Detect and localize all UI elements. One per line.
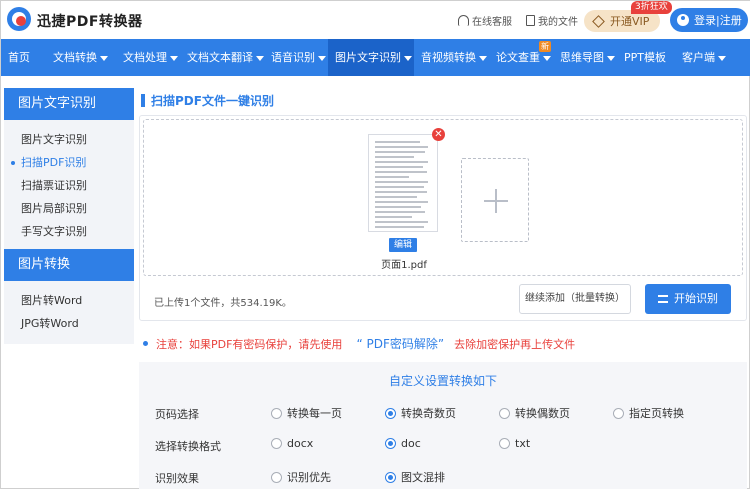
login-label: 登录|注册 <box>694 14 742 27</box>
chevron-down-icon <box>607 55 615 61</box>
radio-checked-icon <box>385 471 396 483</box>
login-register-button[interactable]: 登录|注册 <box>670 8 748 32</box>
password-notice: 注意：如果PDF有密码保护，请先使用 “ PDF密码解除” 去除加密保护再上传文… <box>143 335 575 352</box>
nav-item-av-convert[interactable]: 音视频转换 <box>414 39 489 76</box>
top-header: 迅捷PDF转换器 在线客服 我的文件 开通VIP 3折狂欢 登录|注册 <box>1 1 750 39</box>
radio-icon <box>271 438 282 449</box>
vip-label: 开通VIP <box>610 15 650 28</box>
swap-icon <box>658 295 668 303</box>
notice-dot <box>143 341 148 346</box>
chevron-down-icon <box>170 55 178 61</box>
nav-item-doc-convert[interactable]: 文档转换 <box>46 39 116 76</box>
format-select-label: 选择转换格式 <box>155 440 221 453</box>
nav-item-plagiarism[interactable]: 论文查重新 <box>489 39 553 76</box>
headset-icon <box>458 15 469 26</box>
radio-page-odd[interactable]: 转换奇数页 <box>385 405 456 421</box>
radio-page-every[interactable]: 转换每一页 <box>271 405 342 421</box>
chevron-down-icon <box>100 55 108 61</box>
main-nav: 首页 文档转换 文档处理 文档文本翻译 语音识别 图片文字识别 音视频转换 论文… <box>1 39 750 76</box>
nav-item-ocr[interactable]: 图片文字识别 <box>328 39 414 76</box>
nav-item-ppt[interactable]: PPT模板 <box>617 39 675 76</box>
radio-format-doc[interactable]: doc <box>385 437 421 450</box>
upload-dropzone[interactable]: ✕ 编辑 页面1.pdf <box>143 119 743 276</box>
sidebar-section-image-convert: 图片转换 <box>4 249 134 281</box>
radio-effect-mixed[interactable]: 图文混排 <box>385 469 445 485</box>
radio-effect-recognition[interactable]: 识别优先 <box>271 469 331 485</box>
nav-item-home[interactable]: 首页 <box>1 39 46 76</box>
remove-file-icon[interactable]: ✕ <box>432 128 445 141</box>
sidebar-section-ocr: 图片文字识别 <box>4 88 134 120</box>
effect-select-label: 识别效果 <box>155 472 199 485</box>
radio-format-docx[interactable]: docx <box>271 437 313 450</box>
sidebar-item-jpg-to-word[interactable]: JPG转Word <box>4 312 134 335</box>
file-icon <box>526 15 535 26</box>
new-badge: 新 <box>539 41 551 52</box>
my-files-link[interactable]: 我的文件 <box>526 13 578 28</box>
sidebar-item-image-ocr[interactable]: 图片文字识别 <box>4 128 134 151</box>
nav-item-speech[interactable]: 语音识别 <box>264 39 328 76</box>
radio-icon <box>271 407 282 419</box>
online-service-label: 在线客服 <box>472 17 512 28</box>
add-file-plus-icon[interactable] <box>461 158 529 242</box>
notice-prefix: 注意：如果PDF有密码保护，请先使用 <box>156 337 343 351</box>
format-select-row: 选择转换格式 docx doc txt <box>139 435 747 455</box>
notice-suffix: 去除加密保护再上传文件 <box>454 337 576 351</box>
chevron-down-icon <box>718 55 726 61</box>
page-select-row: 页码选择 转换每一页 转换奇数页 转换偶数页 指定页转换 <box>139 403 747 423</box>
conversion-settings: 自定义设置转换如下 页码选择 转换每一页 转换奇数页 转换偶数页 指定页转换 选… <box>139 362 747 489</box>
radio-icon <box>499 407 510 419</box>
edit-file-button[interactable]: 编辑 <box>389 238 417 252</box>
diamond-icon <box>592 14 605 28</box>
my-files-label: 我的文件 <box>538 17 578 28</box>
chevron-down-icon <box>543 55 551 61</box>
effect-select-row: 识别效果 识别优先 图文混排 <box>139 467 747 487</box>
pdf-unlock-link[interactable]: “ PDF密码解除” <box>356 335 444 352</box>
user-icon <box>677 14 689 26</box>
continue-add-button[interactable]: 继续添加（批量转换） <box>519 284 631 314</box>
settings-title: 自定义设置转换如下 <box>388 374 497 388</box>
start-recognition-button[interactable]: 开始识别 <box>645 284 731 314</box>
online-service-link[interactable]: 在线客服 <box>458 13 512 28</box>
sidebar-item-partial-ocr[interactable]: 图片局部识别 <box>4 197 134 220</box>
chevron-down-icon <box>404 55 412 61</box>
nav-item-doc-process[interactable]: 文档处理 <box>116 39 180 76</box>
page-select-label: 页码选择 <box>155 408 199 421</box>
file-thumbnail[interactable] <box>368 134 438 232</box>
vip-discount-badge: 3折狂欢 <box>631 1 672 14</box>
logo-text[interactable]: 迅捷PDF转换器 <box>37 11 142 31</box>
chevron-down-icon <box>318 55 326 61</box>
radio-checked-icon <box>385 407 396 419</box>
radio-icon <box>613 407 624 419</box>
chevron-down-icon <box>479 55 487 61</box>
upload-card: ✕ 编辑 页面1.pdf 已上传1个文件，共534.19K。 继续添加（批量转换… <box>139 115 747 321</box>
sidebar-item-scan-ticket[interactable]: 扫描票证识别 <box>4 174 134 197</box>
radio-page-specific[interactable]: 指定页转换 <box>613 405 684 421</box>
nav-item-mindmap[interactable]: 思维导图 <box>553 39 617 76</box>
page-title-text: 扫描PDF文件一键识别 <box>151 94 274 108</box>
sidebar-item-scan-pdf[interactable]: 扫描PDF识别 <box>4 151 134 174</box>
radio-icon <box>499 438 510 449</box>
title-accent-bar <box>141 94 145 107</box>
radio-format-txt[interactable]: txt <box>499 437 530 450</box>
page-title: 扫描PDF文件一键识别 <box>141 92 274 109</box>
radio-checked-icon <box>385 438 396 449</box>
nav-item-translate[interactable]: 文档文本翻译 <box>180 39 264 76</box>
logo-icon[interactable] <box>7 7 31 31</box>
radio-page-even[interactable]: 转换偶数页 <box>499 405 570 421</box>
sidebar-item-handwriting[interactable]: 手写文字识别 <box>4 220 134 243</box>
sidebar: 图片文字识别 图片文字识别 扫描PDF识别 扫描票证识别 图片局部识别 手写文字… <box>4 88 134 344</box>
radio-icon <box>271 471 282 483</box>
file-name: 页面1.pdf <box>381 260 427 271</box>
sidebar-item-image-to-word[interactable]: 图片转Word <box>4 289 134 312</box>
chevron-down-icon <box>256 55 264 61</box>
upload-summary: 已上传1个文件，共534.19K。 <box>154 298 292 309</box>
start-label: 开始识别 <box>674 292 718 305</box>
nav-item-client[interactable]: 客户端 <box>675 39 750 76</box>
